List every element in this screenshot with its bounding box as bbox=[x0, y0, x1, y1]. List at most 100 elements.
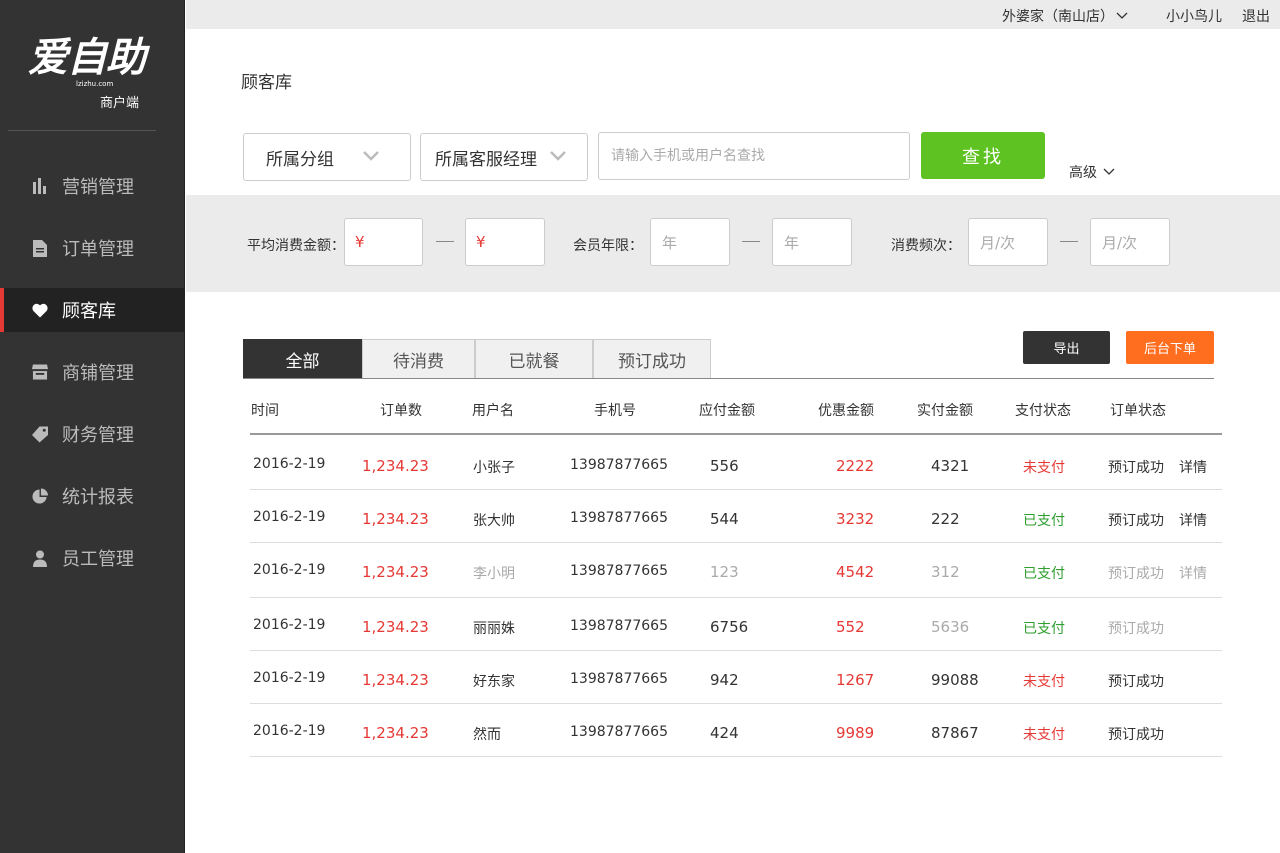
column-header-discount: 优惠金额 bbox=[818, 403, 874, 419]
cell-discount: 9989 bbox=[836, 724, 875, 742]
member-years-min-input[interactable]: 年 bbox=[650, 218, 730, 266]
column-header-order-status: 订单状态 bbox=[1110, 403, 1166, 419]
sidebar-item-label: 统计报表 bbox=[62, 487, 134, 508]
cell-paid: 222 bbox=[931, 510, 960, 528]
cell-payable: 942 bbox=[710, 671, 739, 689]
advanced-toggle[interactable]: 高级 bbox=[1069, 162, 1115, 182]
column-header-time: 时间 bbox=[251, 403, 279, 419]
cell-username: 张大帅 bbox=[473, 513, 515, 529]
cell-order-status: 预订成功 bbox=[1108, 566, 1164, 582]
manager-select-value: 所属客服经理 bbox=[435, 149, 537, 170]
cell-date: 2016-2-19 bbox=[253, 617, 326, 633]
cell-date: 2016-2-19 bbox=[253, 723, 326, 739]
sidebar-item-orders[interactable]: 订单管理 bbox=[0, 226, 185, 270]
table-row: 2016-2-19 1,234.23 丽丽姝 13987877665 6756 … bbox=[250, 598, 1222, 651]
store-icon bbox=[32, 363, 48, 381]
cell-order-status: 预订成功 bbox=[1108, 460, 1164, 476]
cell-phone: 13987877665 bbox=[570, 457, 668, 473]
cell-phone: 13987877665 bbox=[570, 510, 668, 526]
backend-order-button[interactable]: 后台下单 bbox=[1126, 331, 1214, 364]
search-input[interactable] bbox=[598, 132, 910, 180]
table-row: 2016-2-19 1,234.23 李小明 13987877665 123 4… bbox=[250, 543, 1222, 598]
cell-orders: 1,234.23 bbox=[362, 563, 429, 581]
cell-paid: 5636 bbox=[931, 618, 970, 636]
frequency-min-input[interactable]: 月/次 bbox=[968, 218, 1048, 266]
column-header-orders: 订单数 bbox=[380, 403, 422, 419]
input-placeholder: 年 bbox=[662, 233, 678, 252]
tab-reserved[interactable]: 预订成功 bbox=[593, 339, 711, 379]
table-header-divider bbox=[250, 433, 1222, 435]
column-header-phone: 手机号 bbox=[594, 403, 636, 419]
table-row: 2016-2-19 1,234.23 然而 13987877665 424 99… bbox=[250, 704, 1222, 757]
avg-spend-max-input[interactable]: ¥ bbox=[465, 218, 545, 266]
cell-date: 2016-2-19 bbox=[253, 562, 326, 578]
cell-orders: 1,234.23 bbox=[362, 457, 429, 475]
store-selector[interactable]: 外婆家（南山店） bbox=[1002, 6, 1128, 26]
chevron-down-icon bbox=[1103, 168, 1115, 175]
tab-pending[interactable]: 待消费 bbox=[362, 339, 475, 379]
cell-pay-status: 已支付 bbox=[1023, 566, 1065, 582]
avg-spend-label: 平均消费金额： bbox=[247, 238, 345, 254]
export-button[interactable]: 导出 bbox=[1023, 331, 1110, 364]
cell-orders: 1,234.23 bbox=[362, 671, 429, 689]
group-select[interactable]: 所属分组 bbox=[243, 133, 411, 181]
sidebar-item-label: 财务管理 bbox=[62, 425, 134, 446]
range-dash bbox=[742, 241, 760, 242]
frequency-max-input[interactable]: 月/次 bbox=[1090, 218, 1170, 266]
column-header-username: 用户名 bbox=[472, 403, 514, 419]
pie-chart-icon bbox=[32, 487, 48, 505]
document-icon bbox=[32, 239, 48, 257]
username[interactable]: 小小鸟儿 bbox=[1166, 6, 1222, 26]
cell-discount: 4542 bbox=[836, 563, 875, 581]
sidebar-item-staff[interactable]: 员工管理 bbox=[0, 536, 185, 580]
member-years-label: 会员年限： bbox=[573, 238, 643, 254]
store-name: 外婆家（南山店） bbox=[1002, 9, 1114, 25]
member-years-max-input[interactable]: 年 bbox=[772, 218, 852, 266]
cell-order-status: 预订成功 bbox=[1108, 621, 1164, 637]
cell-pay-status: 未支付 bbox=[1023, 674, 1065, 690]
sidebar-item-label: 员工管理 bbox=[62, 549, 134, 570]
search-button[interactable]: 查找 bbox=[921, 132, 1045, 179]
detail-link[interactable]: 详情 bbox=[1179, 563, 1207, 583]
tab-all[interactable]: 全部 bbox=[243, 339, 362, 379]
currency-symbol: ¥ bbox=[476, 233, 486, 251]
sidebar-item-finance[interactable]: 财务管理 bbox=[0, 412, 185, 456]
logout-link[interactable]: 退出 bbox=[1242, 6, 1270, 26]
table-row: 2016-2-19 1,234.23 小张子 13987877665 556 2… bbox=[250, 437, 1222, 490]
sidebar-item-reports[interactable]: 统计报表 bbox=[0, 474, 185, 518]
avg-spend-min-input[interactable]: ¥ bbox=[344, 218, 423, 266]
tab-dined[interactable]: 已就餐 bbox=[475, 339, 593, 379]
sidebar-item-customers[interactable]: 顾客库 bbox=[0, 288, 185, 332]
cell-discount: 3232 bbox=[836, 510, 875, 528]
detail-link[interactable]: 详情 bbox=[1179, 510, 1207, 530]
logo: 爱自助 lzizhu.com 商户端 bbox=[28, 34, 154, 111]
sidebar-item-label: 商铺管理 bbox=[62, 363, 134, 384]
cell-orders: 1,234.23 bbox=[362, 618, 429, 636]
cell-payable: 556 bbox=[710, 457, 739, 475]
sidebar-item-label: 营销管理 bbox=[62, 177, 134, 198]
manager-select[interactable]: 所属客服经理 bbox=[420, 133, 588, 181]
column-header-pay-status: 支付状态 bbox=[1015, 403, 1071, 419]
cell-paid: 4321 bbox=[931, 457, 970, 475]
sidebar-item-marketing[interactable]: 营销管理 bbox=[0, 164, 185, 208]
column-header-payable: 应付金额 bbox=[699, 403, 755, 419]
advanced-label: 高级 bbox=[1069, 165, 1097, 181]
tabs-divider bbox=[243, 378, 1214, 379]
cell-phone: 13987877665 bbox=[570, 563, 668, 579]
tag-icon bbox=[32, 425, 48, 443]
cell-phone: 13987877665 bbox=[570, 724, 668, 740]
sidebar-item-stores[interactable]: 商铺管理 bbox=[0, 350, 185, 394]
chevron-down-icon bbox=[363, 151, 379, 161]
cell-discount: 1267 bbox=[836, 671, 875, 689]
detail-link[interactable]: 详情 bbox=[1179, 457, 1207, 477]
table-row: 2016-2-19 1,234.23 好东家 13987877665 942 1… bbox=[250, 651, 1222, 704]
cell-payable: 6756 bbox=[710, 618, 749, 636]
currency-symbol: ¥ bbox=[355, 233, 365, 251]
cell-order-status: 预订成功 bbox=[1108, 727, 1164, 743]
chevron-down-icon bbox=[1116, 12, 1128, 19]
cell-pay-status: 已支付 bbox=[1023, 513, 1065, 529]
cell-date: 2016-2-19 bbox=[253, 456, 326, 472]
cell-phone: 13987877665 bbox=[570, 618, 668, 634]
cell-paid: 312 bbox=[931, 563, 960, 581]
table-row: 2016-2-19 1,234.23 张大帅 13987877665 544 3… bbox=[250, 490, 1222, 543]
